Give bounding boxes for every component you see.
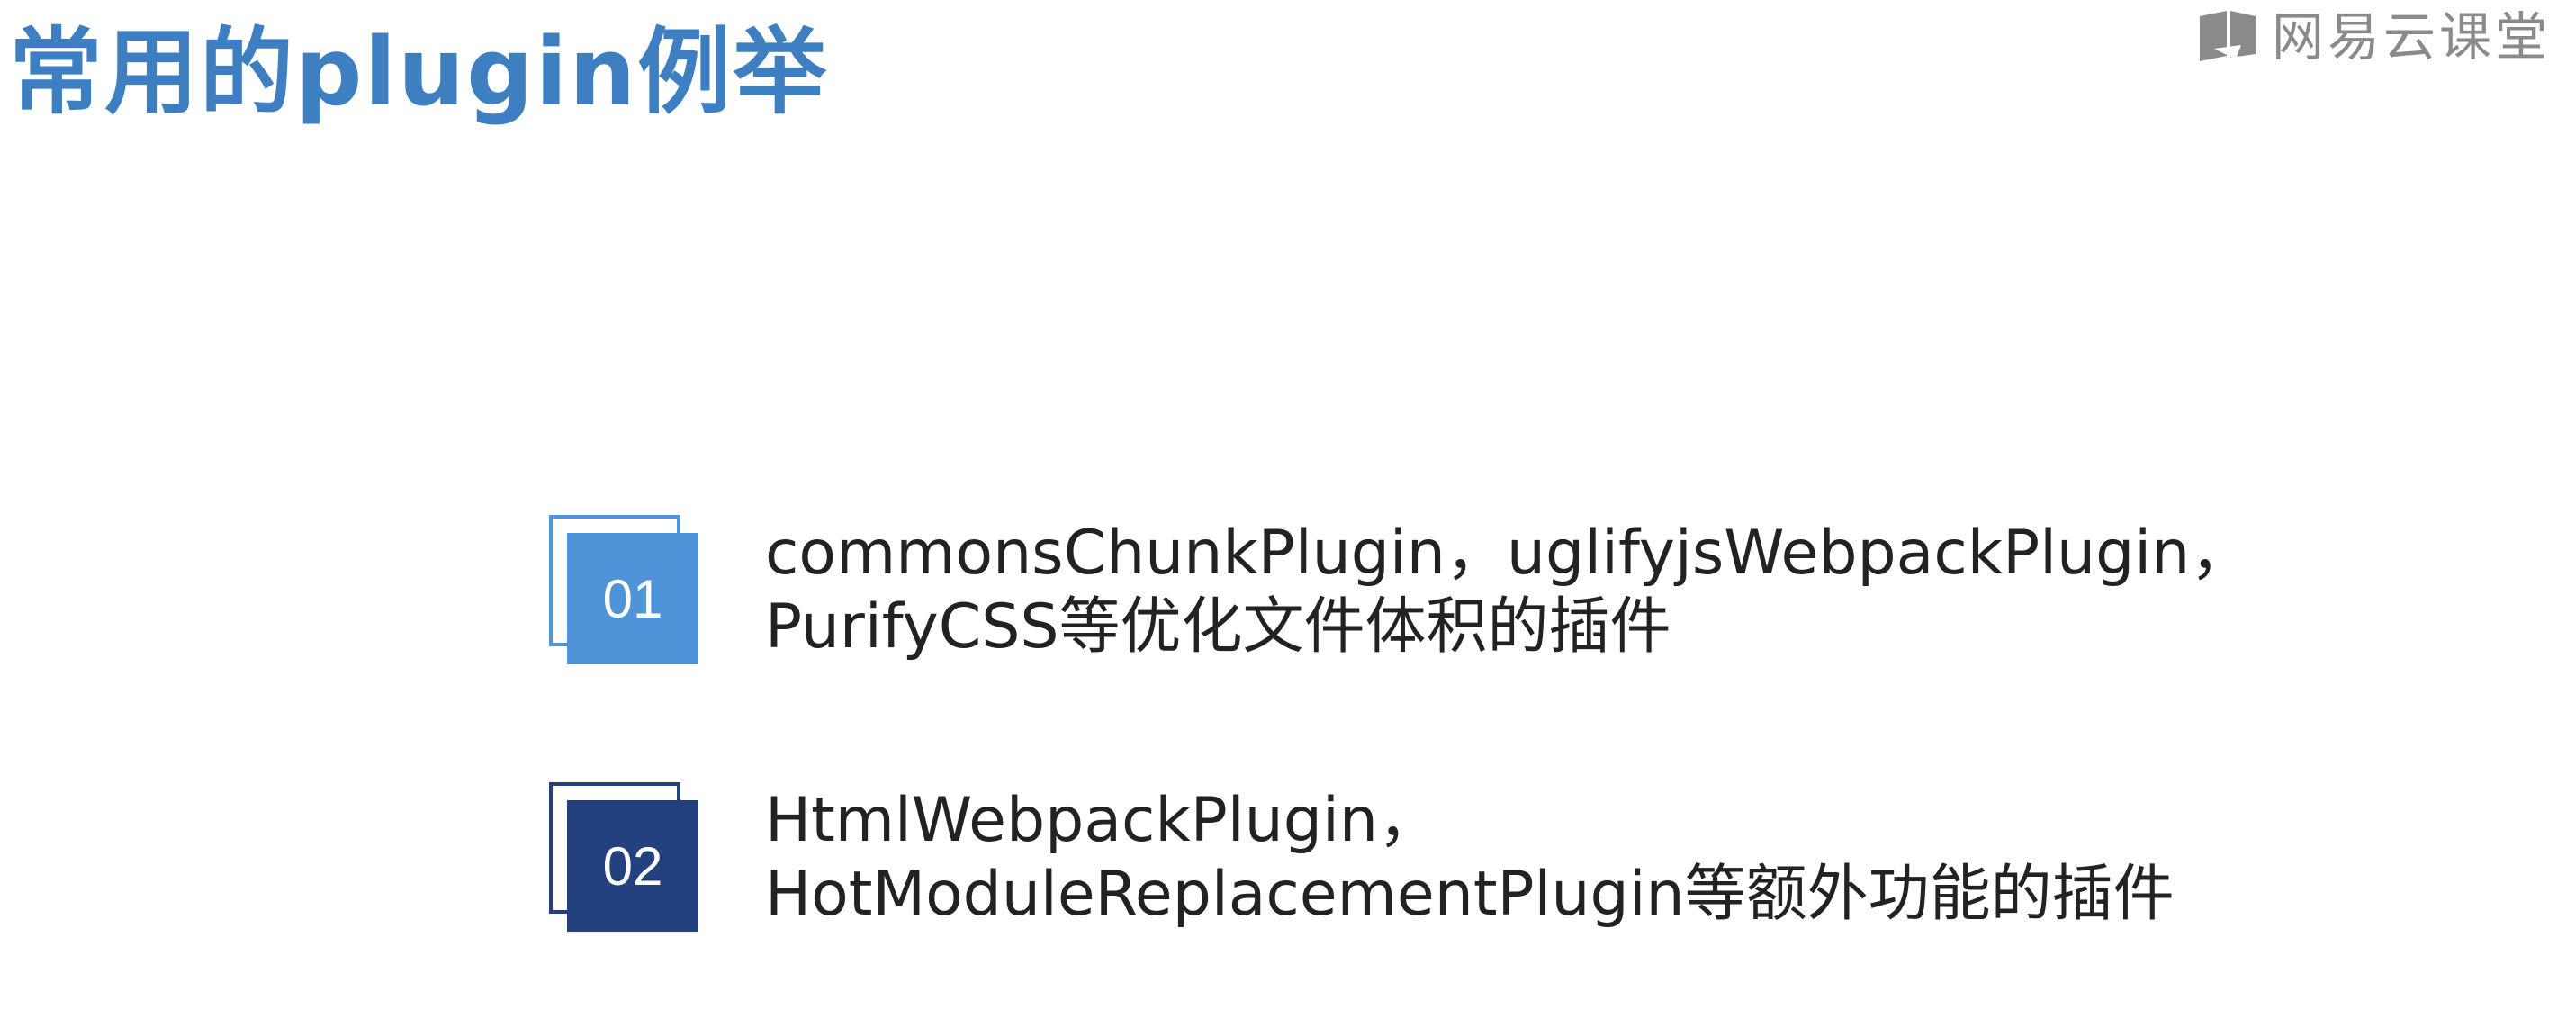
brand-name: 网易云课堂 bbox=[2271, 6, 2551, 68]
item-text-line: PurifyCSS等优化文件体积的插件 bbox=[765, 591, 1671, 663]
number-badge: 02 bbox=[549, 782, 698, 932]
badge-number: 01 bbox=[567, 533, 698, 664]
book-icon bbox=[2199, 11, 2256, 61]
item-text-line: commonsChunkPlugin，uglifyjsWebpackPlugin… bbox=[765, 518, 2252, 589]
brand-logo: 网易云课堂 bbox=[2196, 7, 2551, 67]
item-text: commonsChunkPlugin，uglifyjsWebpackPlugin… bbox=[765, 517, 2251, 664]
badge-number: 02 bbox=[567, 800, 698, 932]
slide-title: 常用的plugin例举 bbox=[9, 17, 829, 127]
item-text: HtmlWebpackPlugin， HotModuleReplacementP… bbox=[765, 784, 2175, 932]
item-text-line: HotModuleReplacementPlugin等额外功能的插件 bbox=[765, 859, 2175, 930]
list-item: 02 HtmlWebpackPlugin， HotModuleReplaceme… bbox=[549, 782, 2175, 935]
list-item: 01 commonsChunkPlugin，uglifyjsWebpackPlu… bbox=[549, 515, 2251, 668]
item-text-line: HtmlWebpackPlugin， bbox=[765, 785, 1439, 856]
number-badge: 01 bbox=[549, 515, 698, 664]
